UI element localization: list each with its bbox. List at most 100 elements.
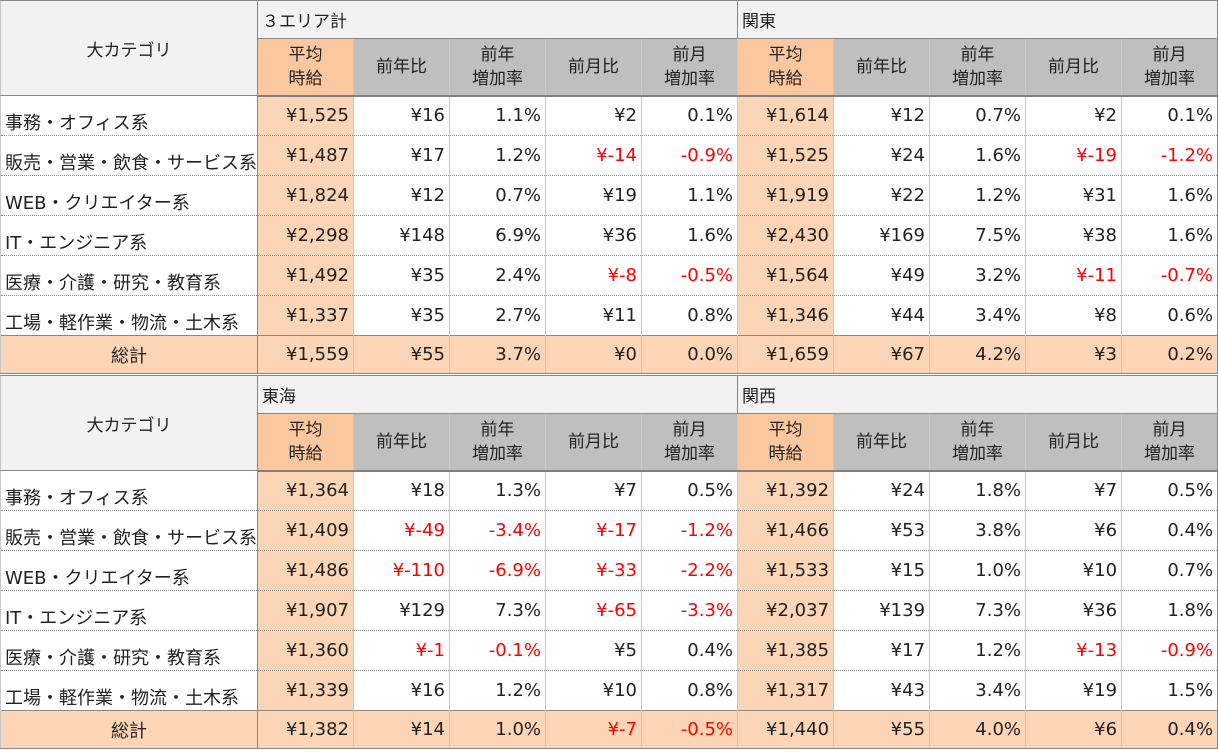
table-cell: 1.6% <box>640 215 738 256</box>
table-cell: 3.2% <box>929 255 1026 296</box>
total-cell: ¥6 <box>1025 710 1122 749</box>
region-header-row: 大カテゴリ ３エリア計 関東 <box>0 0 1218 96</box>
table-cell: ¥36 <box>545 215 642 256</box>
column-header: 前年比 <box>833 413 930 472</box>
table-cell: ¥10 <box>1025 550 1122 591</box>
table-cell: ¥1,487 <box>257 135 354 176</box>
category-label: 医療・介護・研究・教育系 <box>0 630 258 671</box>
table-cell: 1.5% <box>1121 670 1218 711</box>
table-cell: -6.9% <box>449 550 546 591</box>
table-cell: ¥1,337 <box>257 295 354 336</box>
table-cell: ¥-49 <box>353 510 450 551</box>
table-cell: -0.9% <box>1121 630 1218 671</box>
table-cell: 6.9% <box>449 215 546 256</box>
total-cell: ¥55 <box>833 710 930 749</box>
column-header: 前年比 <box>353 413 450 472</box>
wage-table-top: 大カテゴリ ３エリア計 関東 平均 時給 前年比 前年 増加率 前月比 前月 増加率 平均 時給… <box>0 0 1218 374</box>
table-cell: ¥-13 <box>1025 630 1122 671</box>
total-cell: ¥1,559 <box>257 335 354 374</box>
table-cell: ¥22 <box>833 175 930 216</box>
table-cell: ¥1,564 <box>737 255 834 296</box>
table-cell: 1.2% <box>449 670 546 711</box>
table-cell: 3.4% <box>929 670 1026 711</box>
column-header: 平均 時給 <box>737 38 834 97</box>
region-name: 関西 <box>737 375 1218 414</box>
table-cell: ¥1,907 <box>257 590 354 631</box>
table-cell: ¥2 <box>1025 95 1122 136</box>
category-label: WEB・クリエイター系 <box>0 550 258 591</box>
total-cell: ¥14 <box>353 710 450 749</box>
category-label: 販売・営業・飲食・サービス系 <box>0 510 258 551</box>
table-cell: ¥7 <box>545 470 642 511</box>
table-cell: 3.8% <box>929 510 1026 551</box>
table-cell: ¥15 <box>833 550 930 591</box>
category-label: 事務・オフィス系 <box>0 95 258 136</box>
column-header: 前月 増加率 <box>640 413 738 472</box>
table-cell: ¥8 <box>1025 295 1122 336</box>
column-header: 前月比 <box>545 38 642 97</box>
table-row: IT・エンジニア系 ¥2,298 ¥148 6.9% ¥36 1.6% ¥2,430 ¥169… <box>0 215 1218 256</box>
total-cell: ¥67 <box>833 335 930 374</box>
column-header: 前月比 <box>545 413 642 472</box>
table-cell: 1.8% <box>929 470 1026 511</box>
table-cell: 0.1% <box>1121 95 1218 136</box>
column-header: 前月 増加率 <box>1121 413 1218 472</box>
column-header: 前年 増加率 <box>449 38 546 97</box>
table-cell: ¥1,533 <box>737 550 834 591</box>
total-cell: ¥55 <box>353 335 450 374</box>
region-name: 関東 <box>737 0 1218 39</box>
table-cell: ¥1,360 <box>257 630 354 671</box>
table-cell: 7.5% <box>929 215 1026 256</box>
table-cell: 1.2% <box>929 630 1026 671</box>
region-name: 東海 <box>256 375 739 414</box>
total-cell: 0.0% <box>640 335 738 374</box>
table-cell: ¥35 <box>353 255 450 296</box>
table-cell: ¥16 <box>353 95 450 136</box>
table-cell: 2.4% <box>449 255 546 296</box>
table-cell: ¥1,346 <box>737 295 834 336</box>
table-cell: ¥2,037 <box>737 590 834 631</box>
column-header: 前年 増加率 <box>929 413 1026 472</box>
table-cell: ¥1,409 <box>257 510 354 551</box>
total-cell: 0.4% <box>1121 710 1218 749</box>
table-cell: ¥1,525 <box>737 135 834 176</box>
table-cell: 1.6% <box>929 135 1026 176</box>
table-cell: 0.4% <box>1121 510 1218 551</box>
column-header: 平均 時給 <box>737 413 834 472</box>
table-cell: ¥1,364 <box>257 470 354 511</box>
column-header: 前年 増加率 <box>929 38 1026 97</box>
table-cell: 0.5% <box>640 470 738 511</box>
table-cell: ¥1,525 <box>257 95 354 136</box>
table-cell: ¥12 <box>833 95 930 136</box>
column-header: 前月 増加率 <box>640 38 738 97</box>
table-cell: ¥16 <box>353 670 450 711</box>
column-header: 前年比 <box>833 38 930 97</box>
total-cell: ¥1,440 <box>737 710 834 749</box>
table-row: WEB・クリエイター系 ¥1,486 ¥-110 -6.9% ¥-33 -2.2% ¥1,5… <box>0 550 1218 591</box>
table-row: IT・エンジニア系 ¥1,907 ¥129 7.3% ¥-65 -3.3% ¥2,037 ¥1… <box>0 590 1218 631</box>
table-row: 販売・営業・飲食・サービス系 ¥1,487 ¥17 1.2% ¥-14 -0.9% ¥1,5… <box>0 135 1218 176</box>
table-cell: ¥129 <box>353 590 450 631</box>
table-row: WEB・クリエイター系 ¥1,824 ¥12 0.7% ¥19 1.1% ¥1,919 ¥22… <box>0 175 1218 216</box>
table-cell: -0.9% <box>640 135 738 176</box>
table-cell: ¥24 <box>833 135 930 176</box>
table-cell: ¥11 <box>545 295 642 336</box>
table-cell: -3.4% <box>449 510 546 551</box>
table-cell: ¥1,614 <box>737 95 834 136</box>
category-label: WEB・クリエイター系 <box>0 175 258 216</box>
total-cell: ¥-7 <box>545 710 642 749</box>
column-header: 前月比 <box>1025 38 1122 97</box>
total-cell: 1.0% <box>449 710 546 749</box>
table-row: 工場・軽作業・物流・土木系 ¥1,339 ¥16 1.2% ¥10 0.8% ¥1,317 ¥… <box>0 670 1218 711</box>
category-label: IT・エンジニア系 <box>0 590 258 631</box>
column-header: 平均 時給 <box>257 413 354 472</box>
total-cell: 4.2% <box>929 335 1026 374</box>
column-header: 前年比 <box>353 38 450 97</box>
table-cell: 1.1% <box>640 175 738 216</box>
table-cell: ¥1,486 <box>257 550 354 591</box>
region-name: ３エリア計 <box>256 0 739 39</box>
total-cell: -0.5% <box>640 710 738 749</box>
table-cell: ¥24 <box>833 470 930 511</box>
category-header: 大カテゴリ <box>0 375 258 471</box>
table-cell: ¥139 <box>833 590 930 631</box>
